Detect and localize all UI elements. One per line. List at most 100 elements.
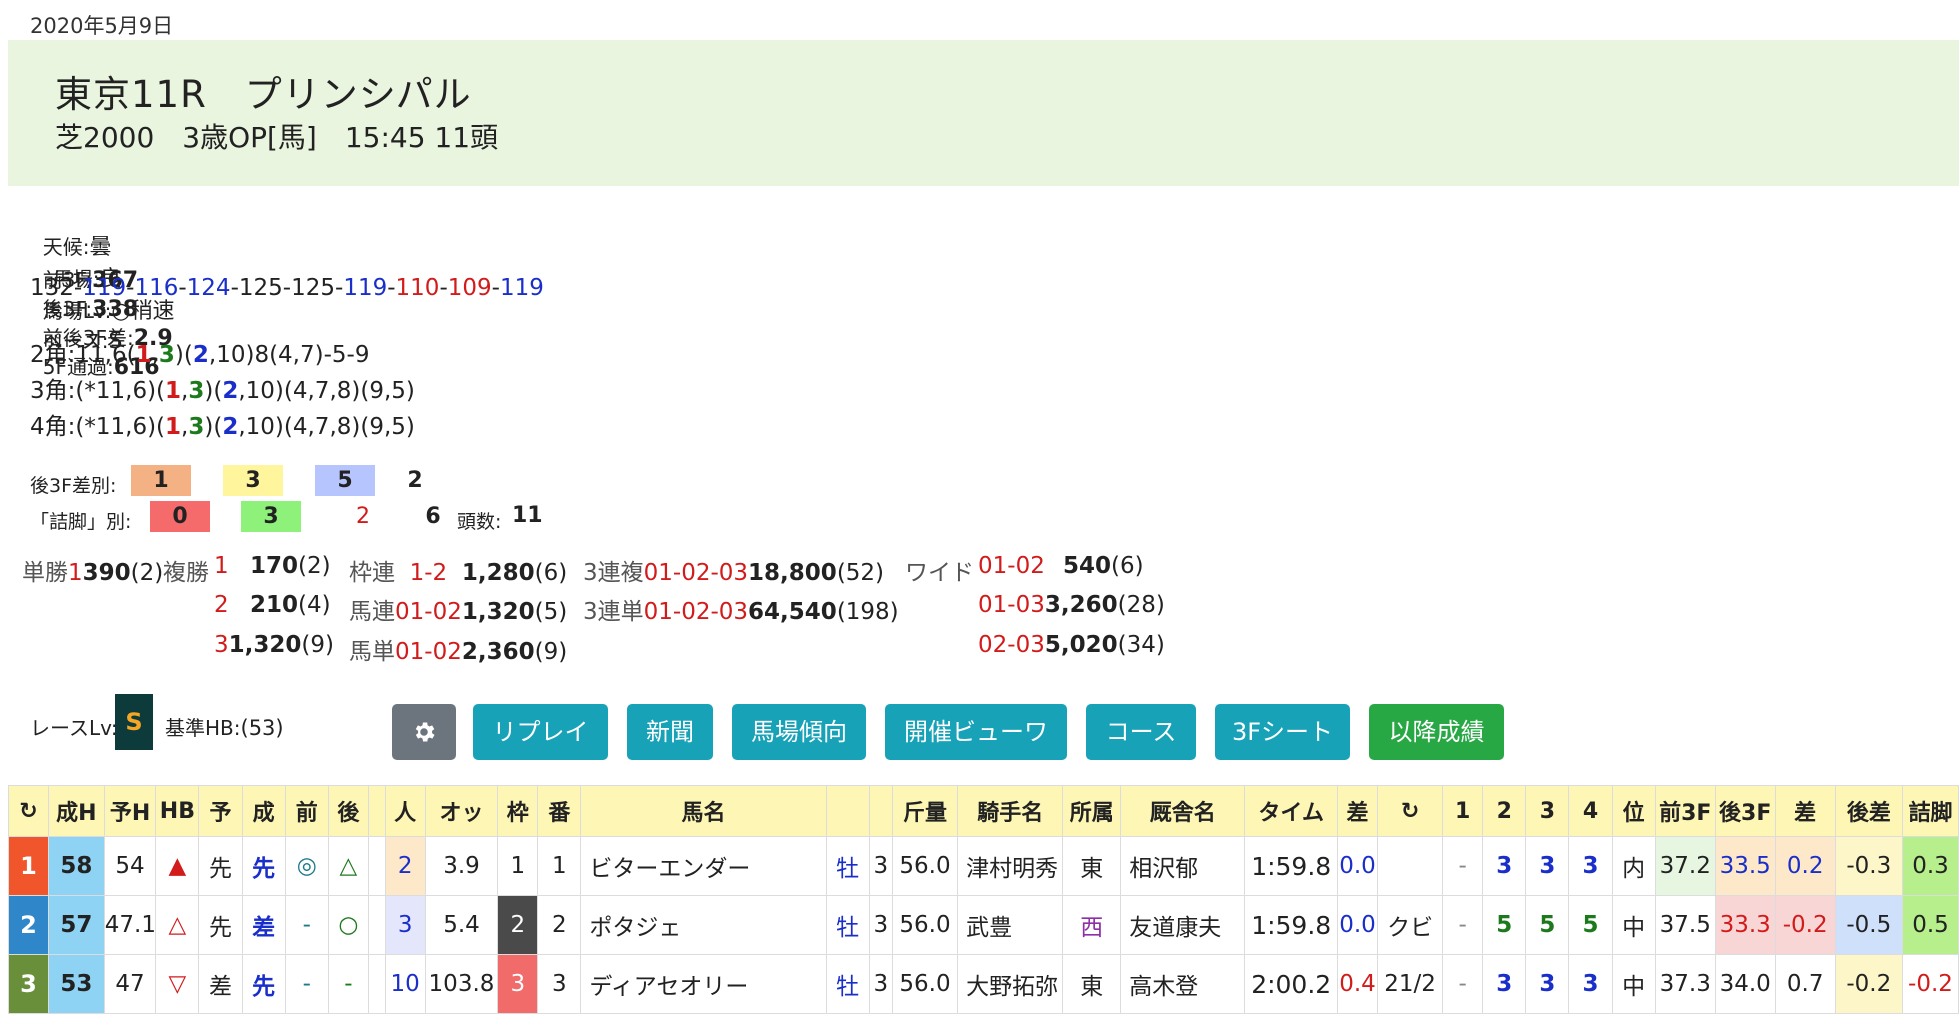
payout-wakuren: 枠連 1-2 1,280(6) (349, 553, 567, 587)
race-title: 東京11R プリンシパル (55, 73, 472, 116)
col-header[interactable]: 所属 (1062, 785, 1122, 837)
col-header[interactable]: 前 (284, 785, 329, 837)
settings-button[interactable] (392, 704, 456, 760)
tsume-box: 6 (403, 501, 463, 532)
payout-number: 01-02 (395, 599, 462, 625)
refresh-icon[interactable]: ↻ (19, 799, 37, 824)
payout-wide-3: 02-035,020(34) (978, 632, 1165, 658)
replay-button[interactable]: リプレイ (473, 704, 608, 760)
newspaper-button[interactable]: 新聞 (627, 704, 713, 760)
meeting-viewer-button[interactable]: 開催ビューワ (885, 704, 1067, 760)
col-header[interactable]: 3 (1525, 785, 1570, 837)
col-header (825, 785, 870, 837)
payout-value: 1,320 (228, 632, 302, 658)
corner-text: )( (204, 414, 223, 440)
corner-text: 11,6( (75, 342, 136, 368)
payout-value: 1,320 (461, 599, 535, 625)
lap: 119 (82, 275, 127, 301)
col-header[interactable]: 差 (1774, 785, 1836, 837)
col-header[interactable]: 後 (327, 785, 369, 837)
trainer-cell[interactable]: 友道康夫 (1120, 895, 1246, 955)
corner3-cell: 3 (1525, 954, 1570, 1014)
col-header[interactable]: 4 (1568, 785, 1613, 837)
lap: 109 (447, 275, 492, 301)
pred-style-cell: 先 (198, 895, 243, 955)
col-header[interactable]: 斤量 (891, 785, 959, 837)
table-row[interactable]: 1 58 54 ▲ 先先 ◎ △ 2 3.9 1 1 ビターエンダー牡 3 56.0 津村明秀東相沢郁 1:5… (8, 836, 1959, 896)
corner-third: 3 (158, 342, 175, 368)
margin-cell (1376, 836, 1444, 896)
refresh-icon[interactable]: ↻ (1401, 799, 1419, 824)
corner1-cell: - (1442, 836, 1484, 896)
col-header[interactable]: 人 (384, 785, 426, 837)
corner-4: 4角:(*11,6)(1,3)(2,10)(4,7,8)(9,5) (30, 414, 415, 440)
col-header[interactable]: 予H (103, 785, 157, 837)
col-header[interactable]: 枠 (497, 785, 539, 837)
col-header[interactable]: 予 (198, 785, 243, 837)
table-row[interactable]: 3 53 47 ▽ 差先 - -10 103.8 3 3 ディアセオリー牡 3 56.0 大野拓弥東高木登… (8, 954, 1959, 1014)
refresh-header[interactable]: ↻ (8, 785, 49, 837)
payout-popularity: (9) (301, 632, 334, 658)
head-count-value: 11 (512, 503, 543, 528)
col-header[interactable]: オッ (424, 785, 499, 837)
col-header[interactable]: 後3F (1714, 785, 1776, 837)
col-header[interactable]: 成H (47, 785, 105, 837)
corner-text: ,10)(4,7,8)(9,5) (238, 414, 415, 440)
horse-name-cell[interactable]: ポタジェ (580, 895, 827, 955)
col-header[interactable]: タイム (1244, 785, 1338, 837)
odds-cell: 5.4 (424, 895, 499, 955)
payout-value: 18,800 (748, 560, 837, 586)
results-table: ↻ 成H 予H HB 予 成 前 後 人 オッ 枠 番 馬名 斤量 騎手名 所属… (8, 785, 1959, 1014)
payout-value: 5,020 (1044, 632, 1118, 658)
col-header[interactable]: 番 (537, 785, 582, 837)
payout-number: 1 (68, 560, 83, 586)
spacer-cell (367, 954, 386, 1014)
payout-popularity: (6) (1111, 553, 1144, 579)
col-header[interactable]: 詰脚 (1902, 785, 1959, 837)
col-header[interactable]: 後差 (1834, 785, 1904, 837)
jockey-cell[interactable]: 津村明秀 (957, 836, 1064, 896)
col-header[interactable]: 馬名 (580, 785, 827, 837)
col-header[interactable]: 成 (241, 785, 286, 837)
payout-label: 3連単 (583, 599, 644, 625)
col-header[interactable]: 位 (1611, 785, 1656, 837)
trainer-cell[interactable]: 高木登 (1120, 954, 1246, 1014)
payout-popularity: (52) (836, 560, 885, 586)
popularity-cell: 2 (384, 836, 426, 896)
3f-sheet-button[interactable]: 3Fシート (1215, 704, 1350, 760)
corner4-cell: 5 (1568, 895, 1613, 955)
first3f-cell: 37.3 (1654, 954, 1716, 1014)
hb-mark-cell: △ (155, 895, 200, 955)
col-header[interactable]: 前3F (1654, 785, 1716, 837)
odds-cell: 103.8 (424, 954, 499, 1014)
jockey-cell[interactable]: 大野拓弥 (957, 954, 1064, 1014)
col-header[interactable]: 騎手名 (957, 785, 1064, 837)
first3f-cell: 37.5 (1654, 895, 1716, 955)
col-header[interactable]: 1 (1442, 785, 1484, 837)
table-row[interactable]: 2 57 47.1 △ 先差 - ○ 3 5.4 2 2 ポタジェ牡 3 56.0 武豊西友道康夫 1:59.… (8, 895, 1959, 955)
course-button[interactable]: コース (1086, 704, 1196, 760)
tsume-box: 2 (333, 501, 393, 532)
col-header[interactable]: 2 (1482, 785, 1527, 837)
base-hb-value: (53) (240, 716, 284, 740)
col-header[interactable]: HB (155, 785, 200, 837)
col-header[interactable]: 厩舎名 (1120, 785, 1246, 837)
payout-number: 01-02 (395, 639, 462, 665)
horse-number-cell: 1 (537, 836, 582, 896)
payout-label: 3連複 (583, 560, 644, 586)
last3f-rank-box: 3 (223, 465, 283, 496)
corner-text: (*11,6)( (75, 414, 166, 440)
time-cell: 1:59.8 (1244, 895, 1338, 955)
subsequent-results-button[interactable]: 以降成績 (1369, 704, 1504, 760)
payout-fukusho-2-value: 210(4) (250, 592, 331, 618)
horse-name-cell[interactable]: ビターエンダー (580, 836, 827, 896)
jockey-cell[interactable]: 武豊 (957, 895, 1064, 955)
race-level-label: レースLv: (30, 716, 118, 740)
refresh-header-2[interactable]: ↻ (1376, 785, 1444, 837)
corner-label: 2角: (30, 342, 76, 368)
col-header[interactable]: 差 (1336, 785, 1378, 837)
trainer-cell[interactable]: 相沢郁 (1120, 836, 1246, 896)
corner1-cell: - (1442, 954, 1484, 1014)
horse-name-cell[interactable]: ディアセオリー (580, 954, 827, 1014)
track-bias-button[interactable]: 馬場傾向 (732, 704, 866, 760)
